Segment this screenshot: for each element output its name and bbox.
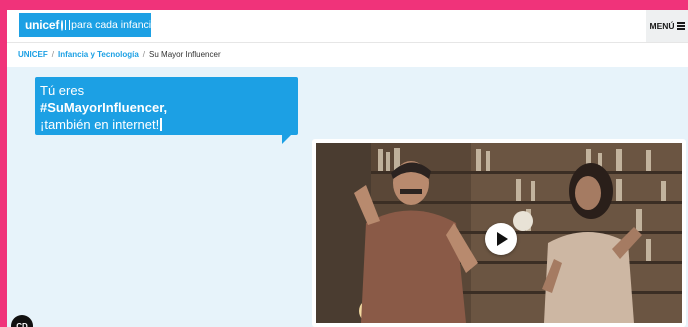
site-header: unicef para cada infancia MENÚ [7, 10, 688, 43]
breadcrumb-separator: / [51, 50, 55, 59]
logo-tagline: para cada infancia [71, 19, 157, 31]
hamburger-icon [676, 21, 685, 32]
video-player[interactable] [312, 139, 686, 327]
text-cursor [160, 118, 163, 131]
menu-button[interactable]: MENÚ [646, 10, 688, 42]
page-frame: unicef para cada infancia MENÚ UNICEF / In… [7, 10, 688, 327]
speech-bubble: Tú eres #SuMayorInfluencer, ¡también en … [35, 77, 298, 135]
unicef-logo[interactable]: unicef para cada infancia [19, 13, 157, 37]
bubble-hashtag: #SuMayorInfluencer, [40, 100, 168, 115]
bubble-line-1: Tú eres [40, 83, 85, 98]
play-icon[interactable] [485, 223, 517, 255]
video-thumbnail[interactable] [316, 143, 682, 323]
menu-label: MENÚ [649, 21, 675, 31]
bubble-line-3-wrap: ¡también en internet! [40, 116, 293, 133]
breadcrumb-item-infancia-tecnologia[interactable]: Infancia y Tecnología [58, 50, 139, 59]
logo-brand: unicef [25, 18, 60, 32]
breadcrumb-item-unicef[interactable]: UNICEF [18, 50, 48, 59]
breadcrumb-separator: / [142, 50, 146, 59]
globe-icon [61, 19, 71, 31]
bubble-line-3: ¡también en internet! [40, 117, 160, 132]
speech-bubble-tail [282, 134, 292, 144]
breadcrumb-item-current: Su Mayor Influencer [149, 50, 221, 59]
breadcrumb: UNICEF / Infancia y Tecnología / Su Mayor In… [18, 50, 221, 59]
